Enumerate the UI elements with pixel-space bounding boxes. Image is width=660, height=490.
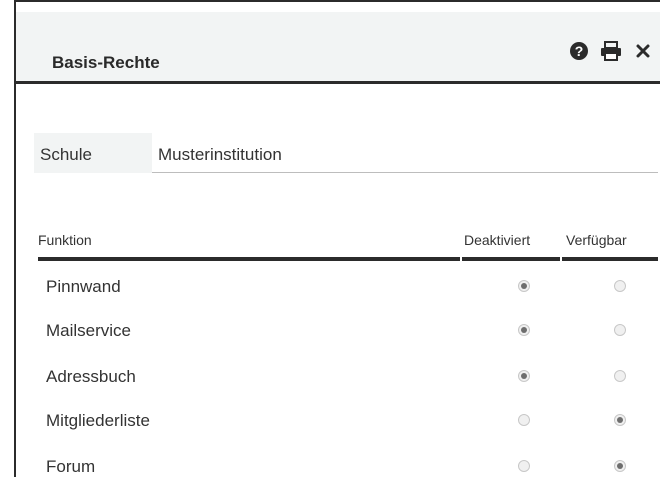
table-row: Mailservice bbox=[38, 308, 658, 354]
dialog-header: Basis-Rechte ? bbox=[16, 12, 660, 84]
header-divider bbox=[38, 257, 460, 261]
header-actions: ? bbox=[568, 40, 654, 62]
school-label: Schule bbox=[34, 133, 152, 173]
function-label: Mitgliederliste bbox=[46, 411, 150, 430]
school-row: Schule Musterinstitution bbox=[34, 133, 658, 173]
radio-available[interactable] bbox=[614, 460, 626, 472]
table-row: Forum bbox=[38, 444, 658, 490]
function-label: Mailservice bbox=[46, 321, 132, 340]
close-icon[interactable] bbox=[632, 40, 654, 62]
dialog-title: Basis-Rechte bbox=[52, 53, 160, 72]
function-label: Pinnwand bbox=[46, 277, 121, 296]
radio-available[interactable] bbox=[614, 370, 626, 382]
radio-deactivated[interactable] bbox=[518, 414, 530, 426]
radio-available[interactable] bbox=[614, 280, 626, 292]
radio-deactivated[interactable] bbox=[518, 370, 530, 382]
function-label: Adressbuch bbox=[46, 367, 136, 386]
column-header-function: Funktion bbox=[38, 232, 92, 248]
help-icon[interactable]: ? bbox=[568, 40, 590, 62]
radio-available[interactable] bbox=[614, 414, 626, 426]
radio-available[interactable] bbox=[614, 324, 626, 336]
radio-deactivated[interactable] bbox=[518, 280, 530, 292]
svg-text:?: ? bbox=[575, 43, 584, 59]
function-label: Forum bbox=[46, 457, 96, 476]
header-divider bbox=[462, 257, 560, 261]
column-header-deactivated: Deaktiviert bbox=[464, 232, 531, 248]
dialog: Basis-Rechte ? Schule Musterinstitution … bbox=[14, 0, 660, 477]
print-icon[interactable] bbox=[600, 40, 622, 62]
column-header-available: Verfügbar bbox=[566, 232, 627, 248]
radio-deactivated[interactable] bbox=[518, 460, 530, 472]
table-row: Mitgliederliste bbox=[38, 398, 658, 444]
school-value: Musterinstitution bbox=[152, 133, 658, 173]
table-row: Pinnwand bbox=[38, 264, 658, 310]
header-divider bbox=[562, 257, 658, 261]
radio-deactivated[interactable] bbox=[518, 324, 530, 336]
table-row: Adressbuch bbox=[38, 354, 658, 400]
